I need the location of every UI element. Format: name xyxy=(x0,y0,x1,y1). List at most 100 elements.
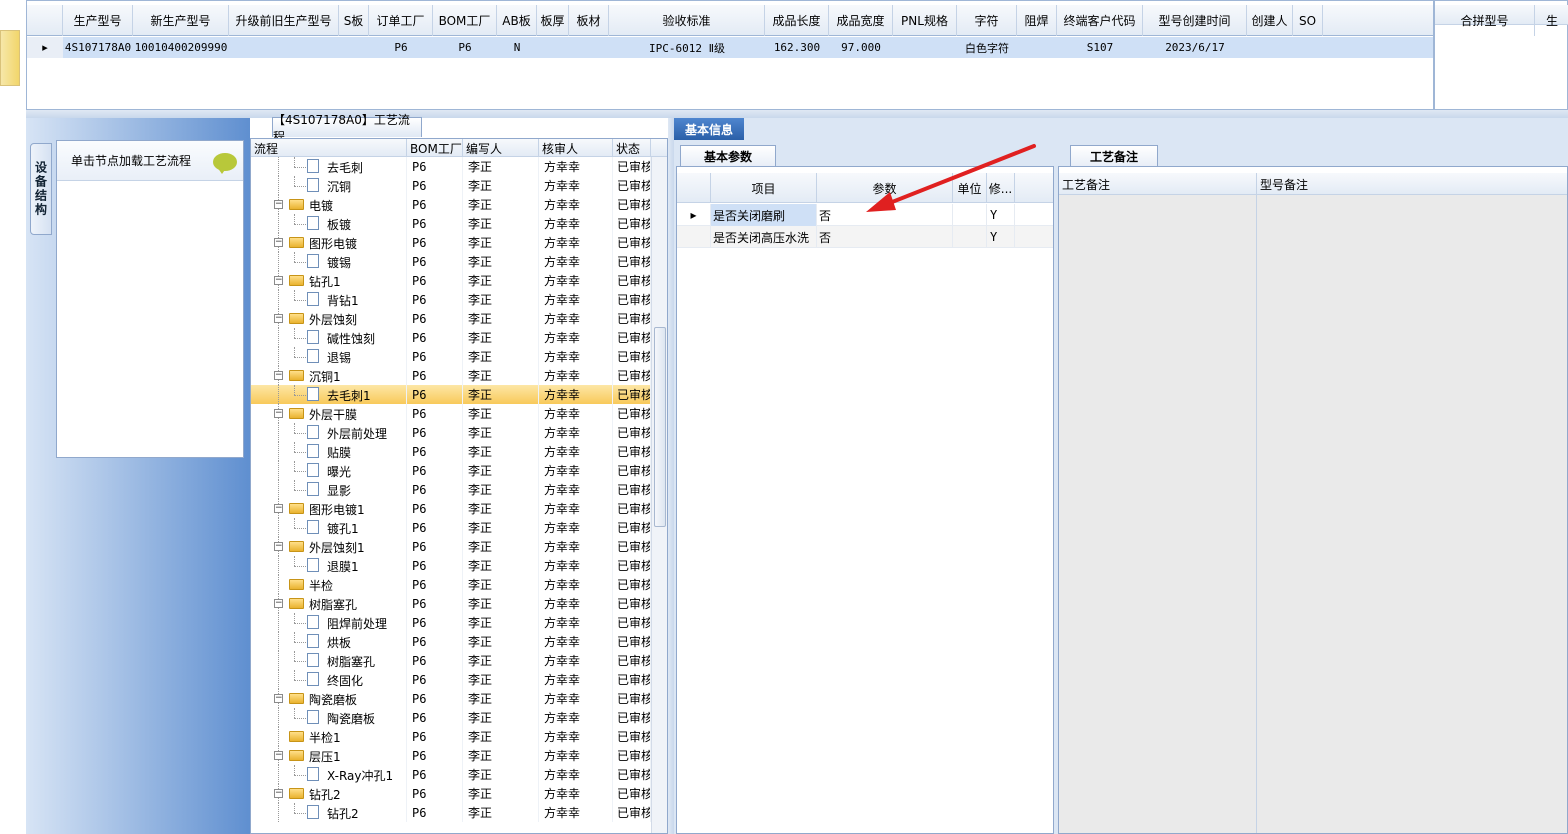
tree-row[interactable]: 半检 P6 李正 方幸幸 已审核 xyxy=(251,575,651,594)
column-header[interactable]: 生产型号 xyxy=(63,5,133,36)
tree-row[interactable]: 沉铜 P6 李正 方幸幸 已审核 xyxy=(251,176,651,195)
tree-row[interactable]: 烘板 P6 李正 方幸幸 已审核 xyxy=(251,632,651,651)
writer-cell[interactable]: 李正 xyxy=(463,404,539,423)
tree-node[interactable]: 去毛刺1 xyxy=(251,385,407,404)
tree-row[interactable]: 碱性蚀刻 P6 李正 方幸幸 已审核 xyxy=(251,328,651,347)
tab-process-remark[interactable]: 工艺备注 xyxy=(1070,145,1158,166)
tree-node[interactable]: − 外层干膜 xyxy=(251,404,407,423)
tree-row[interactable]: 板镀 P6 李正 方幸幸 已审核 xyxy=(251,214,651,233)
writer-cell[interactable]: 李正 xyxy=(463,632,539,651)
tree-node[interactable]: − 陶瓷磨板 xyxy=(251,689,407,708)
tree-node[interactable]: 退锡 xyxy=(251,347,407,366)
tree-node[interactable]: 钻孔2 xyxy=(251,803,407,822)
status-cell[interactable]: 已审核 xyxy=(613,594,651,613)
column-header-sheng[interactable]: 生 xyxy=(1535,5,1568,36)
reviewer-cell[interactable]: 方幸幸 xyxy=(539,233,613,252)
status-cell[interactable]: 已审核 xyxy=(613,651,651,670)
reviewer-cell[interactable]: 方幸幸 xyxy=(539,385,613,404)
table-cell[interactable]: S107 xyxy=(1057,37,1143,58)
column-header[interactable]: 验收标准 xyxy=(609,5,765,36)
status-cell[interactable]: 已审核 xyxy=(613,233,651,252)
tree-row[interactable]: − 图形电镀1 P6 李正 方幸幸 已审核 xyxy=(251,499,651,518)
bom-factory-cell[interactable]: P6 xyxy=(407,632,463,651)
tree-node[interactable]: 烘板 xyxy=(251,632,407,651)
writer-cell[interactable]: 李正 xyxy=(463,784,539,803)
tree-node[interactable]: 陶瓷磨板 xyxy=(251,708,407,727)
column-header-bom-factory[interactable]: BOM工厂 xyxy=(407,139,463,157)
column-header[interactable]: SO xyxy=(1293,5,1323,36)
bom-factory-cell[interactable]: P6 xyxy=(407,765,463,784)
param-item-cell[interactable]: 是否关闭高压水洗 xyxy=(711,226,817,248)
reviewer-cell[interactable]: 方幸幸 xyxy=(539,214,613,233)
reviewer-cell[interactable]: 方幸幸 xyxy=(539,404,613,423)
table-cell[interactable]: 10010400209990 xyxy=(133,37,229,58)
tree-node[interactable]: − 钻孔2 xyxy=(251,784,407,803)
column-header[interactable]: BOM工厂 xyxy=(433,5,497,36)
tree-node[interactable]: 外层前处理 xyxy=(251,423,407,442)
column-header[interactable]: 升级前旧生产型号 xyxy=(229,5,339,36)
table-cell[interactable]: P6 xyxy=(433,37,497,58)
tree-node[interactable]: − 沉铜1 xyxy=(251,366,407,385)
column-header[interactable]: 阻焊 xyxy=(1017,5,1057,36)
tree-node[interactable]: 显影 xyxy=(251,480,407,499)
writer-cell[interactable]: 李正 xyxy=(463,157,539,176)
tab-process-flow[interactable]: 【4S107178A0】工艺流程 xyxy=(272,113,422,144)
column-header-reviewer[interactable]: 核审人 xyxy=(539,139,613,157)
status-cell[interactable]: 已审核 xyxy=(613,727,651,746)
writer-cell[interactable]: 李正 xyxy=(463,556,539,575)
table-cell[interactable] xyxy=(229,37,339,58)
bom-factory-cell[interactable]: P6 xyxy=(407,803,463,822)
bom-factory-cell[interactable]: P6 xyxy=(407,575,463,594)
writer-cell[interactable]: 李正 xyxy=(463,670,539,689)
reviewer-cell[interactable]: 方幸幸 xyxy=(539,727,613,746)
tree-node[interactable]: 镀孔1 xyxy=(251,518,407,537)
tree-row[interactable]: − 外层蚀刻 P6 李正 方幸幸 已审核 xyxy=(251,309,651,328)
collapse-icon[interactable]: − xyxy=(274,542,283,551)
writer-cell[interactable]: 李正 xyxy=(463,480,539,499)
bom-factory-cell[interactable]: P6 xyxy=(407,670,463,689)
reviewer-cell[interactable]: 方幸幸 xyxy=(539,290,613,309)
bom-factory-cell[interactable]: P6 xyxy=(407,708,463,727)
tab-basic-info[interactable]: 基本信息 xyxy=(674,118,744,140)
tree-node[interactable]: 曝光 xyxy=(251,461,407,480)
tree-node[interactable]: 镀锡 xyxy=(251,252,407,271)
table-cell[interactable]: N xyxy=(497,37,537,58)
tree-scrollbar[interactable] xyxy=(651,157,667,833)
tree-row[interactable]: X-Ray冲孔1 P6 李正 方幸幸 已审核 xyxy=(251,765,651,784)
reviewer-cell[interactable]: 方幸幸 xyxy=(539,708,613,727)
tree-row[interactable]: − 图形电镀 P6 李正 方幸幸 已审核 xyxy=(251,233,651,252)
tree-node[interactable]: − 外层蚀刻 xyxy=(251,309,407,328)
reviewer-cell[interactable]: 方幸幸 xyxy=(539,803,613,822)
writer-cell[interactable]: 李正 xyxy=(463,233,539,252)
status-cell[interactable]: 已审核 xyxy=(613,803,651,822)
column-header-writer[interactable]: 编写人 xyxy=(463,139,539,157)
tree-node[interactable]: 终固化 xyxy=(251,670,407,689)
writer-cell[interactable]: 李正 xyxy=(463,689,539,708)
writer-cell[interactable]: 李正 xyxy=(463,309,539,328)
param-unit-cell[interactable] xyxy=(953,226,987,248)
tree-row[interactable]: 半检1 P6 李正 方幸幸 已审核 xyxy=(251,727,651,746)
collapse-icon[interactable]: − xyxy=(274,751,283,760)
status-cell[interactable]: 已审核 xyxy=(613,423,651,442)
bom-factory-cell[interactable]: P6 xyxy=(407,309,463,328)
tree-row[interactable]: 镀锡 P6 李正 方幸幸 已审核 xyxy=(251,252,651,271)
table-cell[interactable]: 97.000 xyxy=(829,37,893,58)
status-cell[interactable]: 已审核 xyxy=(613,328,651,347)
bom-factory-cell[interactable]: P6 xyxy=(407,423,463,442)
status-cell[interactable]: 已审核 xyxy=(613,480,651,499)
bom-factory-cell[interactable]: P6 xyxy=(407,195,463,214)
column-header-flow[interactable]: 流程 xyxy=(251,139,407,157)
status-cell[interactable]: 已审核 xyxy=(613,176,651,195)
table-cell[interactable] xyxy=(1247,37,1293,58)
bom-factory-cell[interactable]: P6 xyxy=(407,252,463,271)
status-cell[interactable]: 已审核 xyxy=(613,195,651,214)
tree-row[interactable]: 外层前处理 P6 李正 方幸幸 已审核 xyxy=(251,423,651,442)
reviewer-cell[interactable]: 方幸幸 xyxy=(539,195,613,214)
table-cell[interactable] xyxy=(537,37,569,58)
collapse-icon[interactable]: − xyxy=(274,599,283,608)
tree-row[interactable]: 退膜1 P6 李正 方幸幸 已审核 xyxy=(251,556,651,575)
reviewer-cell[interactable]: 方幸幸 xyxy=(539,252,613,271)
tree-row[interactable]: 退锡 P6 李正 方幸幸 已审核 xyxy=(251,347,651,366)
bom-factory-cell[interactable]: P6 xyxy=(407,290,463,309)
bom-factory-cell[interactable]: P6 xyxy=(407,214,463,233)
